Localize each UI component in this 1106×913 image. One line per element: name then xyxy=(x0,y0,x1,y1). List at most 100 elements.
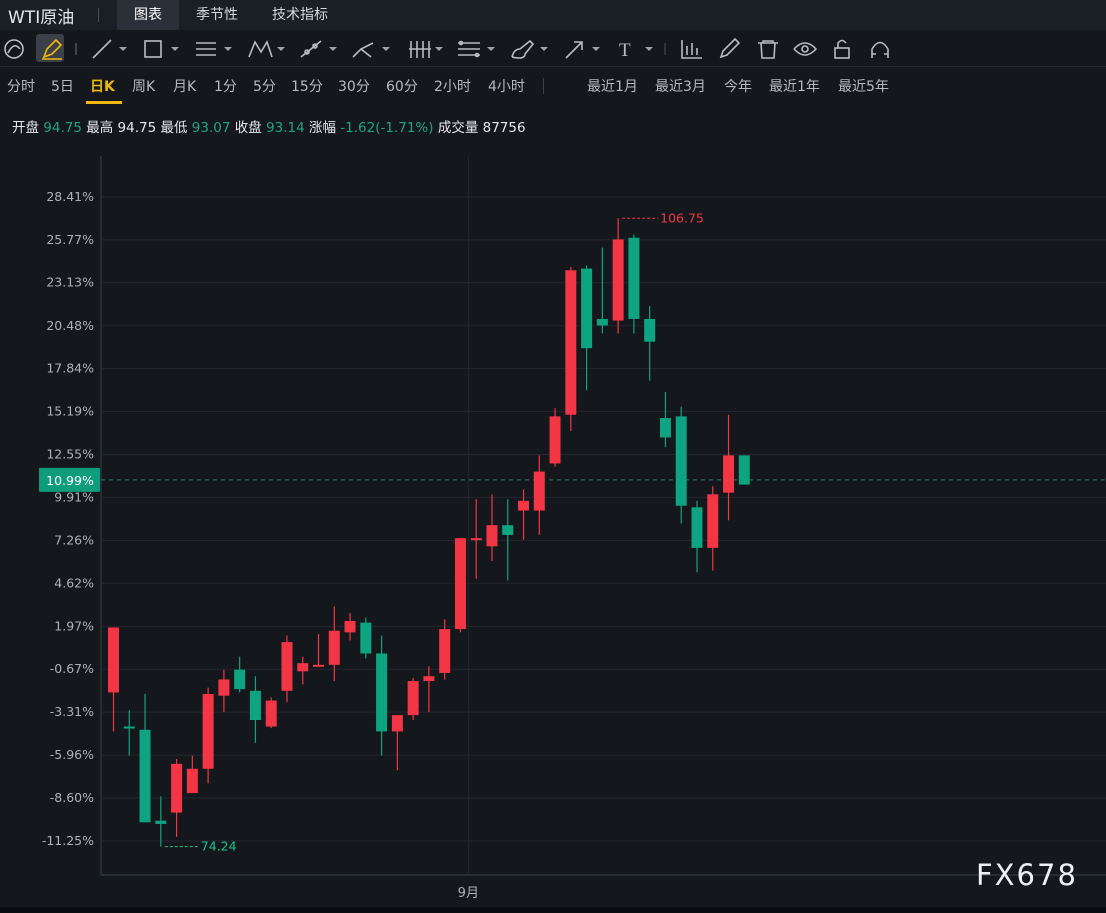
candles xyxy=(108,218,750,847)
open-label: 开盘 xyxy=(12,120,39,136)
candle-body xyxy=(707,494,719,548)
current-value-label: 10.99% xyxy=(46,473,94,488)
candle-body xyxy=(518,500,530,511)
tab-seasonality[interactable]: 季节性 xyxy=(179,0,255,30)
chevron-down-icon xyxy=(487,47,495,51)
period-60min[interactable]: 60分 xyxy=(386,76,418,96)
candle-body xyxy=(249,690,261,721)
candle-body xyxy=(644,318,656,342)
measure-icon[interactable] xyxy=(681,40,702,59)
y-axis: 28.41% 25.77% 23.13% 20.48% 17.84% 15.19% 12.5… xyxy=(39,189,479,901)
candle-body xyxy=(470,538,482,541)
close-label: 收盘 xyxy=(234,120,262,136)
chevron-down-icon xyxy=(329,47,337,51)
bottom-strip xyxy=(0,907,1106,913)
brush-icon[interactable] xyxy=(511,39,535,59)
fib-icon[interactable] xyxy=(458,40,480,58)
candle-body xyxy=(659,417,671,438)
close-value: 93.14 xyxy=(266,120,305,136)
period-4hour[interactable]: 4小时 xyxy=(488,76,525,96)
period-selector: 分时 5日 日K 周K 月K 1分 5分 15分 30分 60分 2小时 4小时… xyxy=(0,66,1106,106)
candle-body xyxy=(533,471,545,511)
magnet-u-icon[interactable] xyxy=(871,41,889,59)
unlock-icon[interactable] xyxy=(834,39,850,59)
period-weekly[interactable]: 周K xyxy=(132,76,155,96)
candle-body xyxy=(265,700,277,727)
low-value: 93.07 xyxy=(191,120,231,136)
candle-body xyxy=(596,318,608,326)
candle-body xyxy=(723,455,735,493)
y-tick-label: -5.96% xyxy=(50,747,94,762)
candlestick-chart[interactable]: 28.41% 25.77% 23.13% 20.48% 17.84% 15.19% 12.5… xyxy=(0,150,1106,907)
candle-body xyxy=(407,681,419,716)
chevron-down-icon xyxy=(540,47,548,51)
period-daily[interactable]: 日K xyxy=(90,76,115,96)
candle-body xyxy=(360,622,372,654)
trash-icon[interactable] xyxy=(758,40,778,59)
range-3month[interactable]: 最近3月 xyxy=(655,76,706,96)
ray-icon[interactable] xyxy=(300,40,322,58)
period-1min[interactable]: 1分 xyxy=(214,76,237,96)
candle-body xyxy=(391,715,403,732)
candle-body xyxy=(123,726,135,729)
y-tick-label: -8.60% xyxy=(50,790,94,805)
candle-body xyxy=(186,768,198,794)
chevron-down-icon xyxy=(435,47,443,51)
drawing-toolbar: T xyxy=(0,30,1106,67)
tab-chart[interactable]: 图表 xyxy=(117,0,179,30)
chevron-down-icon xyxy=(645,47,653,51)
x-tick-label: 9月 xyxy=(458,886,479,901)
range-ytd[interactable]: 今年 xyxy=(724,76,752,96)
volume-label: 成交量 xyxy=(437,120,479,136)
low-marker-label: 74.24 xyxy=(201,839,237,854)
candle-body xyxy=(502,525,514,535)
eye-icon[interactable] xyxy=(793,42,818,56)
pattern-icon[interactable] xyxy=(248,40,273,58)
active-period-indicator xyxy=(86,101,122,104)
magnet-icon[interactable] xyxy=(4,39,24,59)
change-value: -1.62(-1.71%) xyxy=(340,120,434,136)
period-monthly[interactable]: 月K xyxy=(173,76,196,96)
candle-body xyxy=(376,653,388,732)
change-label: 涨幅 xyxy=(309,120,336,136)
range-5year[interactable]: 最近5年 xyxy=(838,76,889,96)
symbol-title: WTI原油 xyxy=(8,7,75,28)
period-2hour[interactable]: 2小时 xyxy=(434,76,471,96)
candle-body xyxy=(675,416,687,506)
divider xyxy=(98,8,99,22)
horizontal-lines-icon[interactable] xyxy=(196,42,216,56)
chevron-down-icon xyxy=(382,47,390,51)
candle-body xyxy=(155,820,167,824)
candle-body xyxy=(612,239,624,321)
vertical-lines-icon[interactable] xyxy=(409,41,431,58)
period-5day[interactable]: 5日 xyxy=(51,76,74,96)
period-15min[interactable]: 15分 xyxy=(291,76,323,96)
period-intraday[interactable]: 分时 xyxy=(7,76,35,96)
pencil-icon[interactable] xyxy=(42,38,63,60)
period-5min[interactable]: 5分 xyxy=(253,76,276,96)
chevron-down-icon xyxy=(592,47,600,51)
candle-body xyxy=(171,763,183,813)
range-1year[interactable]: 最近1年 xyxy=(769,76,820,96)
candle-body xyxy=(423,676,435,682)
fork-icon[interactable] xyxy=(352,42,374,58)
candle-body xyxy=(218,679,230,696)
period-30min[interactable]: 30分 xyxy=(338,76,370,96)
candle-body xyxy=(691,507,703,548)
y-tick-label: 1.97% xyxy=(54,618,94,633)
candle-body xyxy=(297,663,309,672)
line-tool-icon[interactable] xyxy=(92,39,112,59)
y-tick-label: 12.55% xyxy=(46,447,94,462)
high-marker-label: 106.75 xyxy=(660,210,704,225)
candle-body xyxy=(549,416,561,464)
range-1month[interactable]: 最近1月 xyxy=(587,76,638,96)
rectangle-tool-icon[interactable] xyxy=(144,40,162,58)
y-tick-label: 4.62% xyxy=(54,575,94,590)
tab-indicators[interactable]: 技术指标 xyxy=(255,0,345,30)
candle-body xyxy=(344,620,356,633)
text-icon: T xyxy=(619,40,631,61)
arrow-icon[interactable] xyxy=(565,41,583,59)
edit-icon[interactable] xyxy=(719,37,741,59)
candle-body xyxy=(628,237,640,319)
high-value: 94.75 xyxy=(117,120,157,136)
